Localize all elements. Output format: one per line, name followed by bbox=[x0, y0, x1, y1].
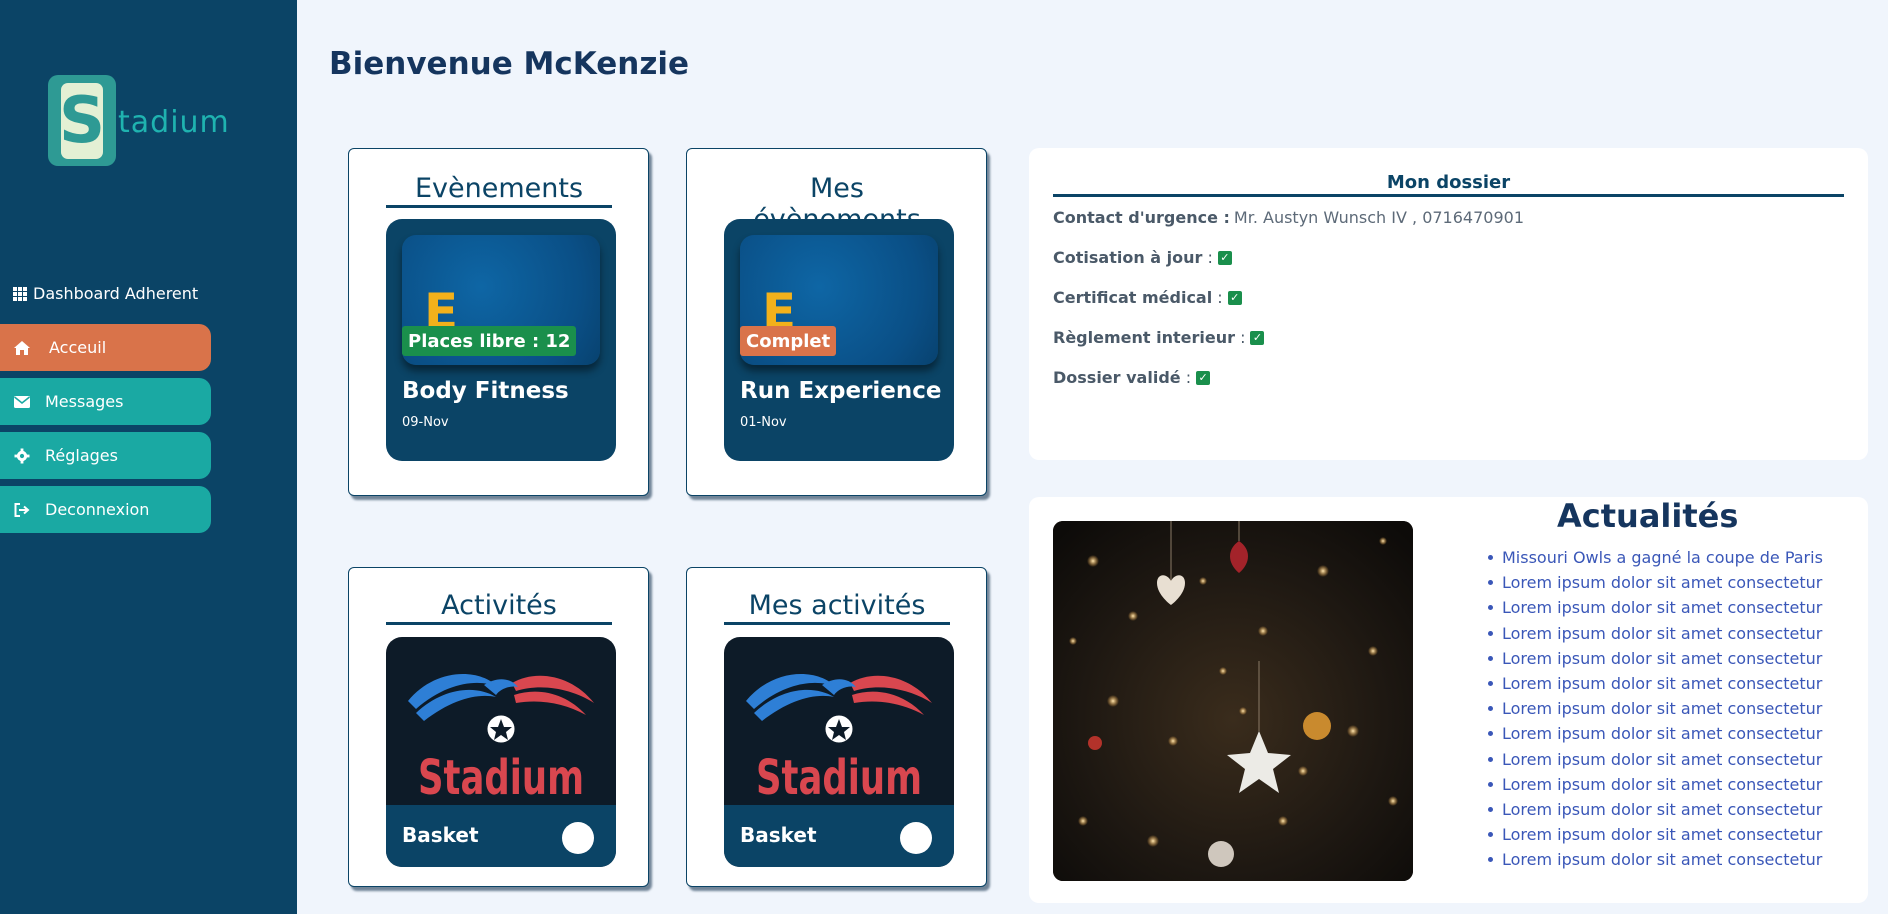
news-item[interactable]: Lorem ipsum dolor sit amet consectetur bbox=[1481, 747, 1823, 772]
dossier-panel: Mon dossier Contact d'urgence : Mr. Aust… bbox=[1029, 148, 1868, 460]
event-name: Body Fitness bbox=[402, 378, 569, 404]
complet-badge: Complet bbox=[740, 326, 837, 356]
emergency-value: Mr. Austyn Wunsch IV , 0716470901 bbox=[1233, 208, 1524, 227]
sidebar-item-label: Réglages bbox=[45, 446, 118, 465]
events-title: Evènements bbox=[386, 173, 612, 208]
activity-item[interactable]: Stadium Basket bbox=[724, 637, 954, 867]
sidebar-item-label: Messages bbox=[45, 392, 124, 411]
news-item[interactable]: Lorem ipsum dolor sit amet consectetur bbox=[1481, 696, 1823, 721]
sidebar-item-messages[interactable]: Messages bbox=[0, 378, 211, 425]
dossier-row: Cotisation à jour : ✓ bbox=[1053, 248, 1232, 267]
activity-toggle[interactable] bbox=[900, 822, 932, 854]
logo-wordmark: Stadium bbox=[418, 750, 584, 805]
check-icon: ✓ bbox=[1250, 330, 1265, 345]
activities-title: Activités bbox=[386, 590, 612, 625]
news-item[interactable]: Lorem ipsum dolor sit amet consectetur bbox=[1481, 595, 1823, 620]
news-item[interactable]: Lorem ipsum dolor sit amet consectetur bbox=[1481, 772, 1823, 797]
stadium-eagle-logo: Stadium bbox=[746, 674, 932, 805]
sidebar: S tadium Dashboard Adherent Acceuil Mess… bbox=[0, 0, 297, 914]
news-item[interactable]: Lorem ipsum dolor sit amet consectetur bbox=[1481, 822, 1823, 847]
dossier-row: Règlement interieur : ✓ bbox=[1053, 328, 1265, 347]
news-item[interactable]: Missouri Owls a gagné la coupe de Paris bbox=[1481, 545, 1823, 570]
news-list: Missouri Owls a gagné la coupe de Paris … bbox=[1481, 545, 1823, 872]
event-date: 01-Nov bbox=[740, 415, 787, 430]
dashboard-title-label: Dashboard Adherent bbox=[33, 284, 199, 303]
gear-icon bbox=[13, 447, 31, 465]
activity-name: Basket bbox=[740, 823, 817, 847]
emergency-contact: Contact d'urgence : Mr. Austyn Wunsch IV… bbox=[1053, 208, 1524, 227]
news-item[interactable]: Lorem ipsum dolor sit amet consectetur bbox=[1481, 570, 1823, 595]
news-item[interactable]: Lorem ipsum dolor sit amet consectetur bbox=[1481, 797, 1823, 822]
events-card: Evènements E Places libre : 12 Body Fitn… bbox=[348, 148, 649, 496]
stadium-eagle-logo: Stadium bbox=[408, 674, 594, 805]
logo-mark: S bbox=[48, 75, 116, 166]
grid-icon bbox=[13, 286, 27, 301]
news-item[interactable]: Lorem ipsum dolor sit amet consectetur bbox=[1481, 671, 1823, 696]
sidebar-item-deconnexion[interactable]: Deconnexion bbox=[0, 486, 211, 533]
dossier-title: Mon dossier bbox=[1053, 172, 1844, 197]
my-events-card: Mes évènements E Complet Run Experience … bbox=[686, 148, 987, 496]
news-panel: Actualités Missouri Owls a gagné la coup… bbox=[1029, 497, 1868, 903]
dossier-row: Dossier validé : ✓ bbox=[1053, 368, 1211, 387]
news-item[interactable]: Lorem ipsum dolor sit amet consectetur bbox=[1481, 721, 1823, 746]
activity-toggle[interactable] bbox=[562, 822, 594, 854]
news-title: Actualités bbox=[1557, 497, 1739, 535]
sidebar-item-acceuil[interactable]: Acceuil bbox=[0, 324, 211, 371]
news-image bbox=[1053, 521, 1413, 881]
check-icon: ✓ bbox=[1196, 370, 1211, 385]
page-title: Bienvenue McKenzie bbox=[329, 46, 690, 82]
check-icon: ✓ bbox=[1227, 290, 1242, 305]
stadium-logo[interactable]: S tadium bbox=[48, 75, 230, 166]
check-icon: ✓ bbox=[1217, 250, 1232, 265]
home-icon bbox=[13, 339, 31, 357]
sidebar-item-reglages[interactable]: Réglages bbox=[0, 432, 211, 479]
my-activities-title: Mes activités bbox=[724, 590, 950, 625]
event-date: 09-Nov bbox=[402, 415, 449, 430]
dossier-row-label: Règlement interieur bbox=[1053, 328, 1235, 347]
dossier-row-label: Cotisation à jour bbox=[1053, 248, 1203, 267]
emergency-label: Contact d'urgence : bbox=[1053, 208, 1230, 227]
dossier-row: Certificat médical : ✓ bbox=[1053, 288, 1242, 307]
activity-name: Basket bbox=[402, 823, 479, 847]
dossier-row-label: Certificat médical bbox=[1053, 288, 1213, 307]
sidebar-item-label: Deconnexion bbox=[45, 500, 150, 519]
activity-item[interactable]: Stadium Basket bbox=[386, 637, 616, 867]
activities-card: Activités Stadium Basket bbox=[348, 567, 649, 887]
sidebar-nav: Acceuil Messages Réglages Deconnexion bbox=[0, 324, 211, 540]
news-item[interactable]: Lorem ipsum dolor sit amet consectetur bbox=[1481, 646, 1823, 671]
event-name: Run Experience bbox=[740, 378, 942, 404]
dossier-row-label: Dossier validé bbox=[1053, 368, 1181, 387]
event-item[interactable]: E Places libre : 12 Body Fitness 09-Nov bbox=[386, 219, 616, 461]
dashboard-title: Dashboard Adherent bbox=[13, 284, 198, 303]
logo-text: tadium bbox=[118, 105, 230, 140]
news-item[interactable]: Lorem ipsum dolor sit amet consectetur bbox=[1481, 847, 1823, 872]
news-item[interactable]: Lorem ipsum dolor sit amet consectetur bbox=[1481, 621, 1823, 646]
my-activities-card: Mes activités Stadium Basket bbox=[686, 567, 987, 887]
sign-out-icon bbox=[13, 501, 31, 519]
event-item[interactable]: E Complet Run Experience 01-Nov bbox=[724, 219, 954, 461]
sidebar-item-label: Acceuil bbox=[49, 338, 107, 357]
activity-bar: Basket bbox=[724, 805, 954, 867]
activity-bar: Basket bbox=[386, 805, 616, 867]
places-badge: Places libre : 12 bbox=[402, 326, 577, 356]
logo-letter: S bbox=[58, 82, 106, 159]
logo-wordmark: Stadium bbox=[756, 750, 922, 805]
envelope-icon bbox=[13, 393, 31, 411]
